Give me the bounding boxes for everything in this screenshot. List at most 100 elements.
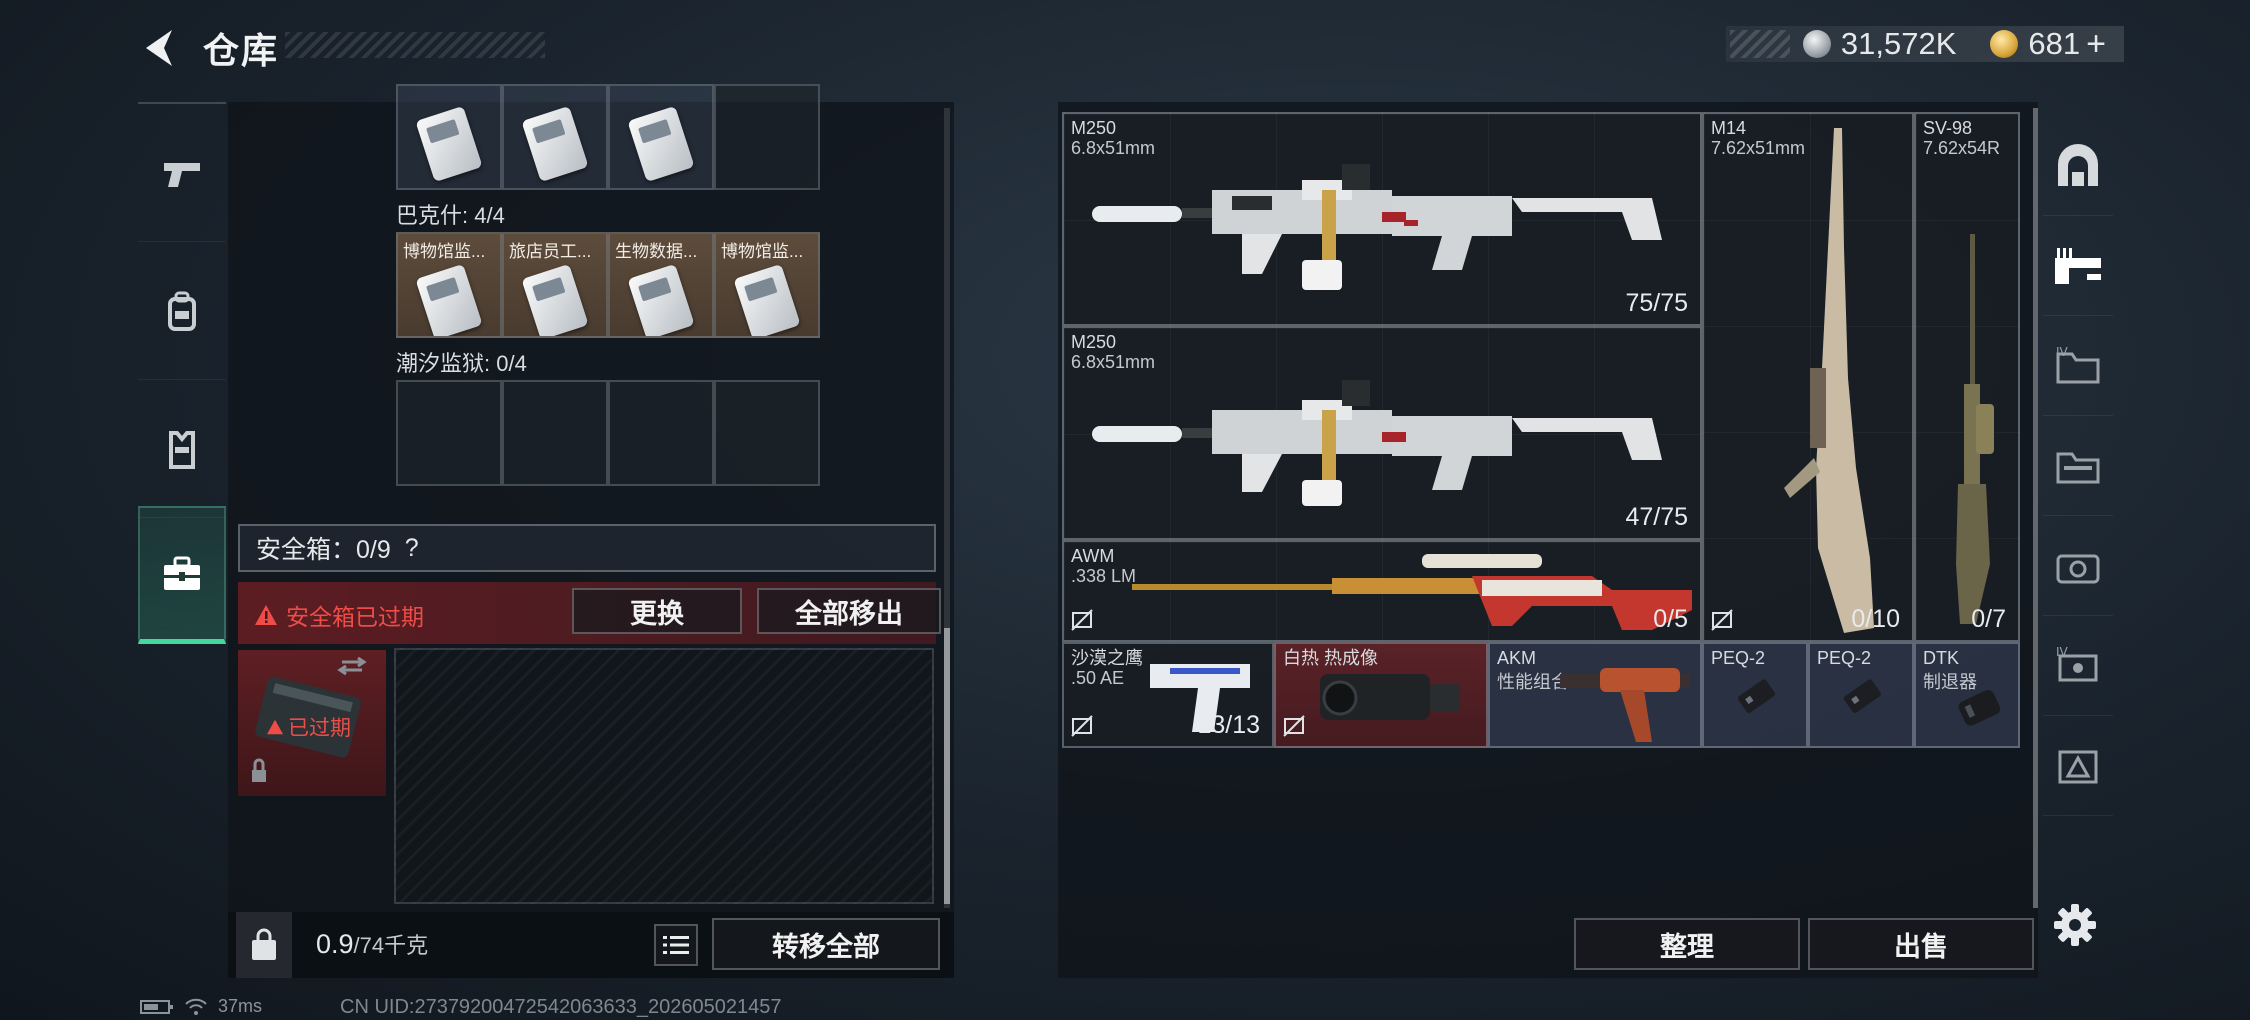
collection-group-label: 巴克什: 4/4 xyxy=(396,203,505,228)
sniper-rifle-icon xyxy=(1956,234,1994,624)
currency-decoration xyxy=(1730,30,1790,58)
weapon-ammo: 0/10 xyxy=(1851,605,1900,633)
replace-button[interactable]: 更换 xyxy=(572,588,742,634)
weapon-ammo: 47/75 xyxy=(1625,503,1688,531)
transfer-all-button[interactable]: 转移全部 xyxy=(712,918,940,970)
weapon-rack-icon xyxy=(2055,247,2101,284)
player-uid: CN UID:27379200472542063633_202605021457 xyxy=(340,996,782,1018)
item-name: 沙漠之鹰 xyxy=(1071,648,1143,668)
weapon-name: AWM xyxy=(1071,546,1115,566)
no-durability-icon xyxy=(1071,609,1093,631)
tab-backpack[interactable] xyxy=(138,242,226,380)
ping-value: 37ms xyxy=(218,996,263,1016)
expired-tag-text: 已过期 xyxy=(288,717,351,740)
wifi-icon xyxy=(185,998,207,1015)
collection-slot-empty xyxy=(608,380,714,486)
collection-slot[interactable]: 博物馆监... xyxy=(714,232,820,338)
tab-weapons[interactable] xyxy=(138,104,226,242)
list-view-button[interactable] xyxy=(654,924,698,966)
machine-gun-icon xyxy=(1092,164,1662,290)
storage-tab-7[interactable] xyxy=(2043,716,2113,816)
weapon-slot[interactable]: M250 6.8x51mm 75/75 xyxy=(1062,112,1702,326)
collection-group-label: 潮汐监狱: 0/4 xyxy=(396,351,527,376)
collection-slot[interactable]: 生物数据... xyxy=(608,232,714,338)
settings-button[interactable] xyxy=(2052,902,2102,952)
storage-tab-folder[interactable] xyxy=(2043,416,2113,516)
storage-tab-medical[interactable] xyxy=(2043,516,2113,616)
svg-text:IV: IV xyxy=(2056,346,2069,359)
laser-icon xyxy=(1737,679,1775,713)
attachment-slot[interactable]: PEQ-2 xyxy=(1808,642,1914,748)
weapon-caliber: .338 LM xyxy=(1071,566,1137,586)
item-caliber: .50 AE xyxy=(1071,668,1125,688)
weapon-ammo: 75/75 xyxy=(1625,289,1688,317)
weapon-name: M14 xyxy=(1711,118,1747,138)
weapon-ammo: 0/7 xyxy=(1971,605,2006,633)
title-decoration xyxy=(285,32,545,58)
vest-icon xyxy=(169,430,195,469)
safebox-grid xyxy=(394,648,934,904)
weapon-slot[interactable]: AWM .338 LM 0/5 xyxy=(1062,540,1702,642)
safebox-item[interactable]: 已过期 xyxy=(238,650,386,796)
collection-slot[interactable]: 旅店员工... xyxy=(502,232,608,338)
storage-tab-1[interactable] xyxy=(2043,116,2113,216)
keycard-icon xyxy=(415,105,483,183)
scope-slot[interactable]: 白热 热成像 xyxy=(1274,642,1488,748)
weapon-name: M250 xyxy=(1071,118,1117,138)
collection-slot[interactable] xyxy=(608,84,714,190)
storage-tab-4[interactable]: IV xyxy=(2043,316,2113,416)
collection-slot[interactable] xyxy=(502,84,608,190)
item-name: PEQ-2 xyxy=(1711,648,1766,668)
safebox-header: 安全箱：0/9 ? xyxy=(238,524,936,572)
move-all-out-button[interactable]: 全部移出 xyxy=(757,588,941,634)
weapon-slot[interactable]: M14 7.62x51mm 0/10 xyxy=(1702,112,1914,642)
attachment-slot[interactable]: DTK 制退器 xyxy=(1914,642,2020,748)
help-icon[interactable]: ? xyxy=(405,534,419,563)
storage-tab-6[interactable]: IV xyxy=(2043,616,2113,716)
inventory-scroll-thumb[interactable] xyxy=(944,628,950,904)
storage-tab-weapons[interactable] xyxy=(2043,216,2113,316)
keycard-icon xyxy=(415,263,483,336)
safebox-capacity: 安全箱：0/9 xyxy=(256,536,391,564)
medkit-icon xyxy=(2056,554,2100,583)
organize-button[interactable]: 整理 xyxy=(1574,918,1800,970)
briefcase-icon xyxy=(164,556,200,590)
collection-slot[interactable]: 博物馆监... xyxy=(396,232,502,338)
collection-slot-empty xyxy=(714,84,820,190)
weapon-name: M250 xyxy=(1071,332,1117,352)
collection-slot[interactable] xyxy=(396,84,502,190)
tab-armor[interactable] xyxy=(138,380,226,518)
collection-slot-empty xyxy=(396,380,502,486)
weight-lock-button[interactable] xyxy=(236,912,292,978)
weapon-slot[interactable]: M250 6.8x51mm 47/75 xyxy=(1062,326,1702,540)
item-name: PEQ-2 xyxy=(1817,648,1872,668)
expired-notice: 安全箱已过期 xyxy=(254,598,424,632)
back-button[interactable] xyxy=(138,26,182,70)
keycard-icon xyxy=(627,263,695,336)
weapon-ammo: 0/5 xyxy=(1653,605,1688,633)
weight-readout: 0.9/74千克 xyxy=(316,928,428,960)
folder-icon: IV xyxy=(2056,346,2100,383)
add-currency-button[interactable]: + xyxy=(2086,25,2106,64)
expired-notice-text: 安全箱已过期 xyxy=(286,604,424,630)
laser-icon xyxy=(1843,679,1881,713)
pistol-slot[interactable]: 沙漠之鹰 .50 AE 13/13 xyxy=(1062,642,1274,748)
shelter-icon xyxy=(2058,143,2098,186)
sell-button[interactable]: 出售 xyxy=(1808,918,2034,970)
thermal-scope-icon xyxy=(1320,674,1460,720)
svg-text:IV: IV xyxy=(2056,646,2069,659)
tab-safebox[interactable] xyxy=(138,506,226,644)
no-durability-icon xyxy=(1071,715,1093,737)
status-bar: 37ms xyxy=(140,996,262,1017)
currency-bar: 31,572K 681 + xyxy=(1726,25,2124,64)
no-durability-icon xyxy=(1283,715,1305,737)
no-durability-icon xyxy=(1711,609,1733,631)
weight-value: 0.9 xyxy=(316,929,354,959)
silver-currency-amount: 31,572K xyxy=(1840,26,1957,61)
weapon-slot[interactable]: SV-98 7.62x54R 0/7 xyxy=(1914,112,2020,642)
attachment-slot[interactable]: AKM 性能组合 xyxy=(1488,642,1702,748)
equipment-scrollbar[interactable] xyxy=(2033,108,2038,908)
pistol-ammo: 13/13 xyxy=(1197,711,1260,739)
silver-coin-icon xyxy=(1802,30,1831,58)
attachment-slot[interactable]: PEQ-2 xyxy=(1702,642,1808,748)
